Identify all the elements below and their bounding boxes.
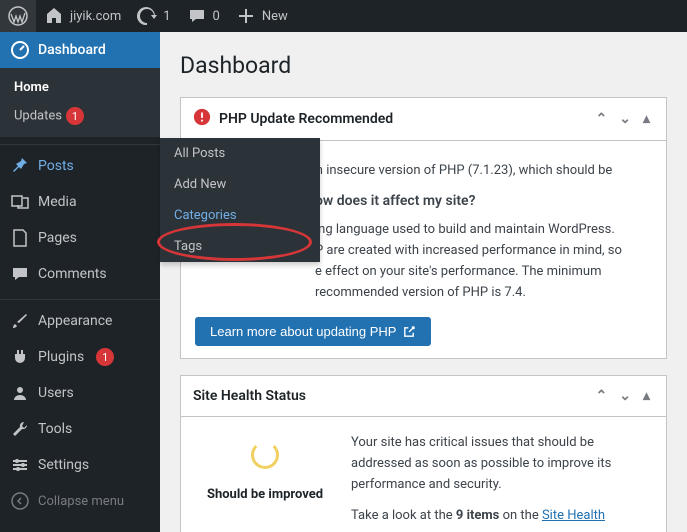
chevron-down-icon[interactable]: ⌄ [615, 109, 635, 129]
toggle-icon[interactable]: ▴ [639, 386, 654, 406]
chevron-down-icon[interactable]: ⌄ [615, 386, 635, 406]
updates-badge: 1 [66, 107, 84, 125]
chevron-up-icon[interactable]: ⌃ [592, 386, 612, 406]
separator [0, 140, 160, 145]
menu-media[interactable]: Media [0, 184, 160, 220]
menu-posts[interactable]: Posts [0, 148, 160, 184]
wrench-icon [10, 419, 30, 439]
admin-toolbar: jiyik.com 1 0 New [0, 0, 687, 32]
dashboard-icon [10, 40, 30, 60]
health-heading: Site Health Status [193, 388, 306, 404]
flyout-categories[interactable]: Categories [160, 200, 320, 231]
admin-sidebar: Dashboard Home Updates1 Posts Media Page… [0, 32, 160, 532]
wp-logo[interactable] [0, 0, 36, 32]
php-heading: PHP Update Recommended [219, 111, 393, 127]
collapse-menu[interactable]: Collapse menu [0, 483, 160, 519]
menu-posts-label: Posts [38, 158, 74, 174]
flyout-all-posts[interactable]: All Posts [160, 138, 320, 169]
health-p2: Take a look at the 9 items on the Site H… [351, 506, 652, 527]
updates-link[interactable]: 1 [129, 0, 178, 32]
health-body: Should be improved Your site has critica… [181, 417, 666, 532]
menu-settings[interactable]: Settings [0, 447, 160, 483]
menu-pages[interactable]: Pages [0, 220, 160, 256]
menu-plugins-label: Plugins [38, 349, 84, 365]
updates-count: 1 [163, 9, 170, 24]
php-subheading: ow does it affect my site? [315, 190, 652, 212]
collapse-icon [10, 491, 30, 511]
menu-pages-label: Pages [38, 230, 77, 246]
plugins-badge: 1 [96, 348, 114, 366]
php-panel-header: PHP Update Recommended ⌃ ⌄ ▴ [181, 98, 666, 141]
menu-comments[interactable]: Comments [0, 256, 160, 292]
settings-icon [10, 455, 30, 475]
health-header: Site Health Status ⌃ ⌄ ▴ [181, 376, 666, 417]
spinner-icon [251, 441, 279, 469]
comments-icon [10, 264, 30, 284]
collapse-label: Collapse menu [38, 494, 124, 509]
menu-tools[interactable]: Tools [0, 411, 160, 447]
media-icon [10, 192, 30, 212]
pages-icon [10, 228, 30, 248]
site-link[interactable]: jiyik.com [36, 0, 129, 32]
flyout-tags[interactable]: Tags [160, 231, 320, 262]
comments-count: 0 [213, 9, 220, 24]
menu-dashboard-label: Dashboard [38, 42, 106, 58]
learn-more-button[interactable]: Learn more about updating PHP [195, 317, 431, 346]
main-content: Dashboard PHP Update Recommended ⌃ ⌄ ▴ Y… [160, 32, 687, 532]
menu-tools-label: Tools [38, 421, 72, 437]
new-link[interactable]: New [228, 0, 296, 32]
menu-plugins[interactable]: Plugins 1 [0, 339, 160, 375]
users-icon [10, 383, 30, 403]
site-name: jiyik.com [70, 9, 121, 24]
menu-settings-label: Settings [38, 457, 89, 473]
menu-appearance[interactable]: Appearance [0, 303, 160, 339]
menu-comments-label: Comments [38, 266, 107, 282]
menu-dashboard[interactable]: Dashboard [0, 32, 160, 68]
brush-icon [10, 311, 30, 331]
site-health-link[interactable]: Site Health [542, 508, 605, 523]
menu-media-label: Media [38, 194, 77, 210]
submenu-dashboard: Home Updates1 [0, 68, 160, 137]
submenu-updates[interactable]: Updates1 [0, 101, 160, 131]
posts-flyout: All Posts Add New Categories Tags [160, 138, 320, 262]
menu-appearance-label: Appearance [38, 313, 112, 329]
pin-icon [10, 156, 30, 176]
page-title: Dashboard [180, 52, 667, 79]
plug-icon [10, 347, 30, 367]
new-label: New [262, 9, 288, 24]
submenu-home[interactable]: Home [0, 74, 160, 101]
separator [0, 295, 160, 300]
health-text: Your site has critical issues that shoul… [351, 433, 652, 532]
health-p1: Your site has critical issues that shoul… [351, 433, 652, 495]
health-status-text: Should be improved [207, 487, 323, 502]
chevron-up-icon[interactable]: ⌃ [592, 109, 612, 129]
warning-icon [193, 108, 211, 130]
menu-users-label: Users [38, 385, 74, 401]
health-status: Should be improved [195, 433, 335, 532]
comments-link[interactable]: 0 [179, 0, 228, 32]
toggle-icon[interactable]: ▴ [639, 109, 654, 129]
menu-users[interactable]: Users [0, 375, 160, 411]
health-panel: Site Health Status ⌃ ⌄ ▴ Should be impro… [180, 375, 667, 532]
flyout-add-new[interactable]: Add New [160, 169, 320, 200]
